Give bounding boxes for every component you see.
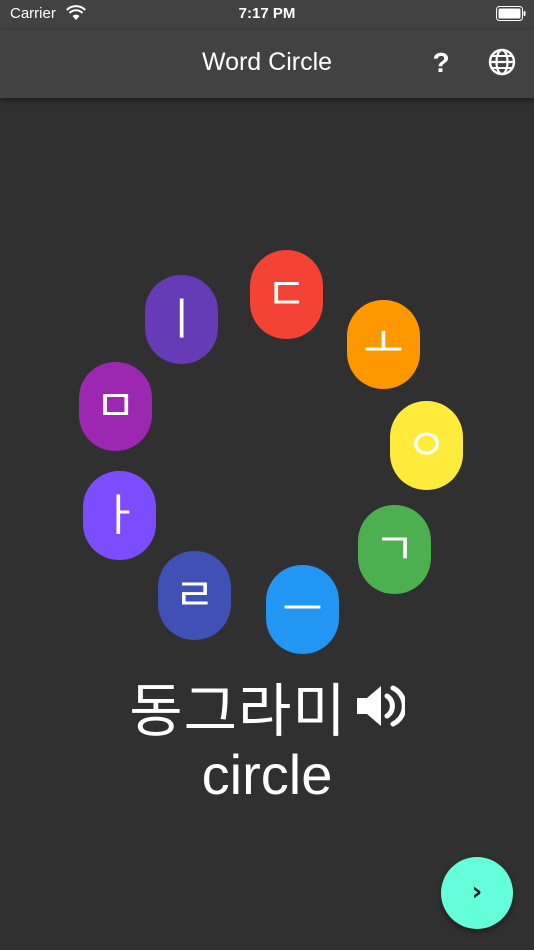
letter-tile-m[interactable]: ㅁ [79, 362, 152, 451]
speaker-icon[interactable] [353, 678, 405, 734]
letter-tile-d[interactable]: ㄷ [250, 250, 323, 339]
korean-word: 동그라미 [129, 676, 347, 745]
letter-tile-eu[interactable]: ㅡ [266, 565, 339, 654]
globe-icon[interactable] [486, 46, 518, 78]
english-word: circle [201, 743, 333, 806]
letter-tile-i[interactable]: ㅣ [145, 275, 218, 364]
letter-tile-r[interactable]: ㄹ [158, 551, 231, 640]
letter-tile-o-vowel[interactable]: ㅗ [347, 300, 420, 389]
battery-icon [496, 6, 526, 21]
status-bar: Carrier 7:17 PM [0, 0, 534, 30]
letter-tile-ieung[interactable]: ㅇ [390, 401, 463, 490]
letter-tile-g[interactable]: ㄱ [358, 505, 431, 594]
help-button[interactable]: ? [424, 44, 458, 82]
word-row: 동그라미 [0, 668, 534, 745]
app-bar: Word Circle ? [0, 30, 534, 98]
status-time: 7:17 PM [238, 5, 296, 22]
next-button[interactable]: › [441, 857, 513, 929]
letter-tile-a[interactable]: ㅏ [83, 471, 156, 560]
